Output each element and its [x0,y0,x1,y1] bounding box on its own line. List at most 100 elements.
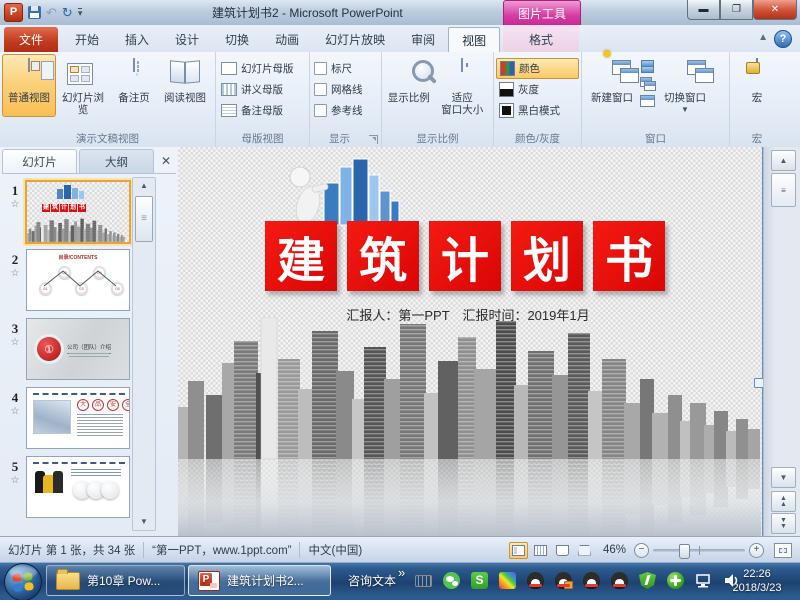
fit-slide-to-window-icon[interactable] [774,543,792,558]
title-char-block[interactable]: 计 [429,221,501,291]
notes-page-button[interactable]: 备注页 [110,54,158,117]
minimize-button[interactable]: ▬ [687,0,720,20]
minimize-ribbon-icon[interactable]: ▲ [758,32,768,43]
tab-format[interactable]: 格式 [503,27,579,52]
qq-work-icon[interactable] [555,572,572,589]
tray-overflow-chevron[interactable]: » [398,565,405,580]
tab-insert[interactable]: 插入 [112,27,162,52]
handout-master-button[interactable]: 讲义母版 [218,79,307,100]
normal-view-button[interactable]: 普通视图 [2,54,56,117]
reading-view-button[interactable]: 阅读视图 [158,54,212,117]
thumbnail-slide-4[interactable]: 大 品 安 全 [26,387,130,449]
tab-outline[interactable]: 大纲 [79,149,154,173]
input-method-keyboard-icon[interactable] [415,572,432,589]
statusbar-slide-sorter-button[interactable] [531,542,550,559]
scroll-thumb[interactable]: ≡ [771,173,796,207]
title-char-block[interactable]: 建 [265,221,337,291]
scroll-down-icon[interactable]: ▼ [771,467,796,488]
animation-star-icon: ☆ [7,475,23,486]
taskbar-clock[interactable]: 22:26 2018/3/23 [720,567,794,595]
zoom-slider[interactable] [653,549,745,552]
tab-design[interactable]: 设计 [162,27,212,52]
move-split-icon[interactable] [640,94,655,107]
mini-dashed-rule [33,393,125,395]
language-indicator[interactable]: 中文(中国) [308,542,362,558]
scroll-down-icon[interactable]: ▼ [133,514,155,530]
slide-master-button[interactable]: 幻灯片母版 [218,58,307,79]
restore-button[interactable]: ❐ [720,0,753,20]
picture-resize-handle[interactable] [754,378,763,388]
undo-icon[interactable]: ↶ [46,6,57,19]
tab-view[interactable]: 视图 [448,27,500,52]
statusbar-slideshow-button[interactable] [575,542,594,559]
title-char-block[interactable]: 划 [511,221,583,291]
previous-slide-icon[interactable]: ▲▲ [771,491,796,512]
quick-access-toolbar: P ↶ ↻ ▾ [4,2,82,22]
statusbar-normal-view-button[interactable] [509,542,528,559]
wechat-icon[interactable] [443,572,460,589]
taskbar-item-powerpoint[interactable]: 建筑计划书2... [188,565,331,596]
guides-checkbox[interactable]: 参考线 [312,100,379,121]
help-icon[interactable]: ? [774,30,792,48]
title-char-block[interactable]: 书 [593,221,665,291]
redo-icon[interactable]: ↻ [62,6,73,19]
panel-scrollbar[interactable]: ▲ ▼ [132,177,156,531]
cascade-icon[interactable] [640,77,655,90]
tab-slides[interactable]: 幻灯片 [2,149,77,173]
tab-file[interactable]: 文件 [4,27,58,52]
sogou-input-icon[interactable] [499,572,516,589]
zoom-slider-thumb[interactable] [679,544,690,559]
thumbnail-slide-5[interactable] [26,456,130,518]
qq-icon[interactable] [583,572,600,589]
black-white-button[interactable]: 黑白模式 [496,100,579,121]
fit-to-window-button[interactable]: 适应窗口大小 [434,54,491,117]
powerpoint-icon [198,571,220,591]
tab-review[interactable]: 审阅 [398,27,448,52]
grayscale-button[interactable]: 灰度 [496,79,579,100]
thumbnail-slide-2[interactable]: 目录/CONTENTS 0102030405 [26,249,130,311]
arrange-all-icon[interactable] [640,60,655,73]
slide-sorter-button[interactable]: 幻灯片浏览 [56,54,110,117]
panel-scroll-thumb[interactable] [135,196,153,242]
tab-transitions[interactable]: 切换 [212,27,262,52]
color-mode-button[interactable]: 颜色 [496,58,579,79]
close-button[interactable]: ✕ [753,0,797,20]
ruler-checkbox[interactable]: 标尺 [312,58,379,79]
messenger-icon[interactable]: S [471,572,488,589]
tab-home[interactable]: 开始 [62,27,112,52]
new-window-button[interactable]: ✹ 新建窗口 [584,54,640,117]
thumbnail-slide-3[interactable]: ① 公司（团队）介绍 [26,318,130,380]
zoom-out-icon[interactable]: − [634,543,649,558]
slide-counter: 幻灯片 第 1 张，共 34 张 [8,542,135,558]
tab-slideshow[interactable]: 幻灯片放映 [312,27,398,52]
next-slide-icon[interactable]: ▼▼ [771,513,796,534]
powerpoint-app-icon[interactable]: P [4,3,23,22]
antivirus-ball-icon[interactable] [667,572,684,589]
statusbar-reading-view-button[interactable] [553,542,572,559]
panel-close-icon[interactable]: ✕ [156,149,176,173]
save-icon[interactable] [28,6,41,19]
notes-master-button[interactable]: 备注母版 [218,100,307,121]
macros-button[interactable]: 宏 [732,54,782,105]
zoom-button[interactable]: 显示比例 [384,54,434,117]
switch-windows-button[interactable]: 切换窗口 ▼ [655,54,715,117]
security-shield-icon[interactable] [639,572,656,589]
taskbar-item-folder[interactable]: 第10章 Pow... [46,565,185,596]
customize-qat-icon[interactable]: ▾ [78,8,83,17]
dialog-launcher-icon[interactable] [369,135,378,144]
scroll-up-icon[interactable]: ▲ [133,178,155,194]
start-button[interactable] [4,563,42,600]
zoom-in-icon[interactable]: + [749,543,764,558]
thumbnail-slide-1[interactable]: 建筑计划书 [25,180,131,244]
tab-animations[interactable]: 动画 [262,27,312,52]
scroll-up-icon[interactable]: ▲ [771,150,796,171]
gridlines-checkbox[interactable]: 网格线 [312,79,379,100]
qq-icon[interactable] [527,572,544,589]
network-icon[interactable] [695,572,712,589]
qq-icon[interactable] [611,572,628,589]
mini-red-stamps: 大 品 安 全 [77,399,130,411]
main-scrollbar[interactable]: ▲ ≡ ▼ ▲▲ ▼▼ [763,147,800,536]
slide-canvas[interactable]: 建 筑 计 划 书 汇报人：第一PPT 汇报时间：2019年1月 [178,147,763,536]
title-char-block[interactable]: 筑 [347,221,419,291]
group-label: 显示 [310,131,369,146]
